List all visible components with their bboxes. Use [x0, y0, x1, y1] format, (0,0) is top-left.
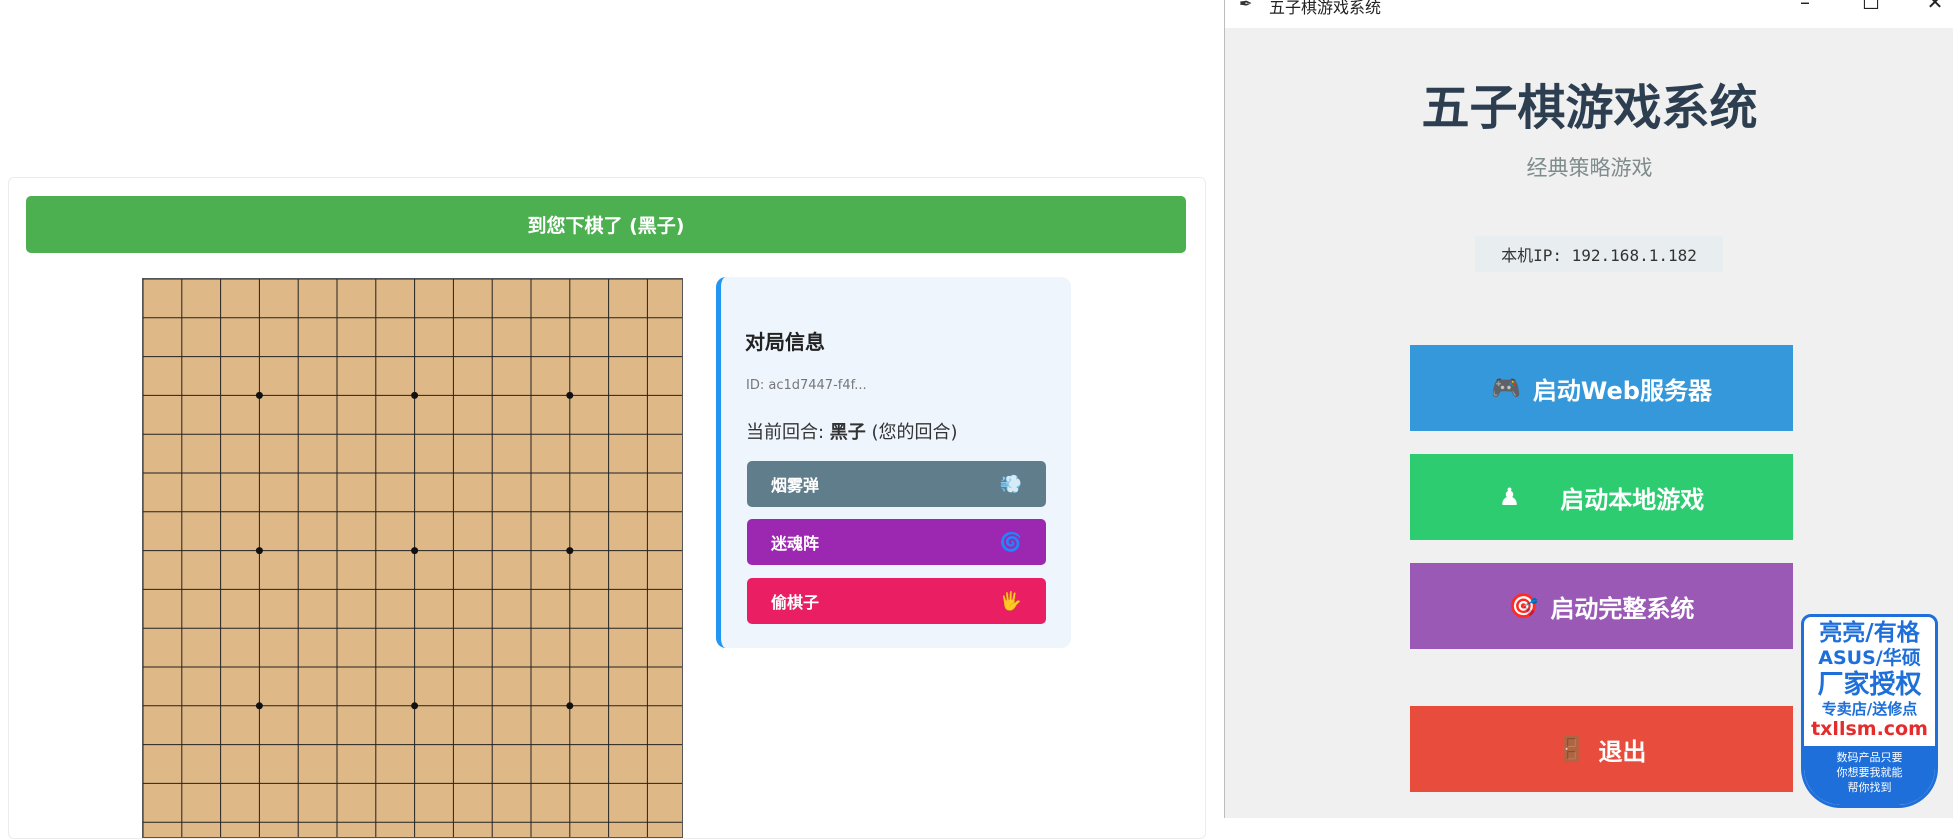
window-title: 五子棋游戏系统	[1269, 0, 1382, 17]
start-full-system-button[interactable]: 🎯 启动完整系统	[1410, 563, 1793, 649]
confusion-array-button[interactable]: 迷魂阵 🌀	[747, 519, 1046, 565]
info-title: 对局信息	[745, 330, 825, 354]
turn-prefix: 当前回合:	[746, 422, 830, 443]
gamepad-icon: 🎮	[1491, 374, 1521, 402]
ad-footer-line: 你想要我就能	[1836, 766, 1903, 779]
skill-label: 迷魂阵	[771, 534, 820, 553]
start-web-server-button[interactable]: 🎮 启动Web服务器	[1410, 345, 1793, 431]
smoke-bomb-button[interactable]: 烟雾弹 💨	[747, 461, 1046, 507]
button-label: 启动本地游戏	[1560, 485, 1705, 514]
current-turn: 当前回合: 黑子 (您的回合)	[746, 418, 958, 444]
star-point	[566, 391, 574, 399]
ad-line: 亮亮/有格	[1819, 620, 1920, 646]
star-point	[255, 702, 263, 710]
window-titlebar: ✒ 五子棋游戏系统 – ☐ ✕	[1225, 0, 1953, 28]
swirl-icon: 🌀	[999, 531, 1022, 553]
ad-line: 厂家授权	[1817, 670, 1922, 700]
maximize-button[interactable]: ☐	[1851, 0, 1891, 14]
star-point	[566, 547, 574, 555]
star-point	[255, 391, 263, 399]
smoke-icon: 💨	[999, 473, 1022, 495]
ad-url: txllsm.com	[1811, 718, 1928, 740]
minimize-button[interactable]: –	[1785, 0, 1825, 14]
app-heading: 五子棋游戏系统	[1421, 80, 1758, 136]
turn-suffix: (您的回合)	[865, 422, 958, 443]
star-point	[411, 702, 419, 710]
star-point	[411, 547, 419, 555]
star-point	[255, 547, 263, 555]
skill-label: 偷棋子	[771, 593, 820, 612]
ad-footer: 数码产品只要 你想要我就能 帮你找到	[1804, 746, 1935, 805]
ad-line: ASUS/华硕	[1818, 647, 1921, 669]
target-icon: 🎯	[1508, 592, 1539, 620]
star-point	[411, 391, 419, 399]
star-point	[566, 702, 574, 710]
steal-piece-button[interactable]: 偷棋子 🖐	[747, 578, 1046, 624]
door-icon: 🚪	[1556, 735, 1587, 763]
button-label: 退出	[1598, 737, 1647, 766]
button-label: 启动Web服务器	[1532, 376, 1712, 405]
feather-icon: ✒	[1239, 0, 1253, 13]
app-subtitle: 经典策略游戏	[1526, 156, 1653, 180]
chess-pawn-icon: ♟	[1498, 483, 1521, 511]
quit-button[interactable]: 🚪 退出	[1410, 706, 1793, 792]
button-label: 启动完整系统	[1550, 594, 1695, 623]
turn-banner: 到您下棋了 (黑子)	[26, 196, 1186, 253]
ad-footer-line: 帮你找到	[1847, 781, 1892, 794]
game-id: ID: ac1d7447-f4f...	[746, 378, 867, 393]
local-ip-label: 本机IP: 192.168.1.182	[1475, 236, 1723, 272]
close-button[interactable]: ✕	[1915, 0, 1953, 14]
gomoku-board[interactable]	[142, 278, 683, 838]
ad-line: 专卖店/送修点	[1821, 700, 1918, 718]
skill-label: 烟雾弹	[771, 476, 820, 495]
ad-footer-line: 数码产品只要	[1836, 751, 1903, 764]
start-local-game-button[interactable]: ♟ 启动本地游戏	[1410, 454, 1793, 540]
board-grid[interactable]	[143, 279, 682, 837]
turn-color: 黑子	[829, 422, 866, 443]
ad-badge: 亮亮/有格 ASUS/华硕 厂家授权 专卖店/送修点 txllsm.com 数码…	[1801, 614, 1938, 808]
web-game-page: 到您下棋了 (黑子) 对局信息 ID: ac1d7447-f4f... 当前回合…	[0, 0, 1224, 839]
hand-icon: 🖐	[999, 590, 1022, 612]
